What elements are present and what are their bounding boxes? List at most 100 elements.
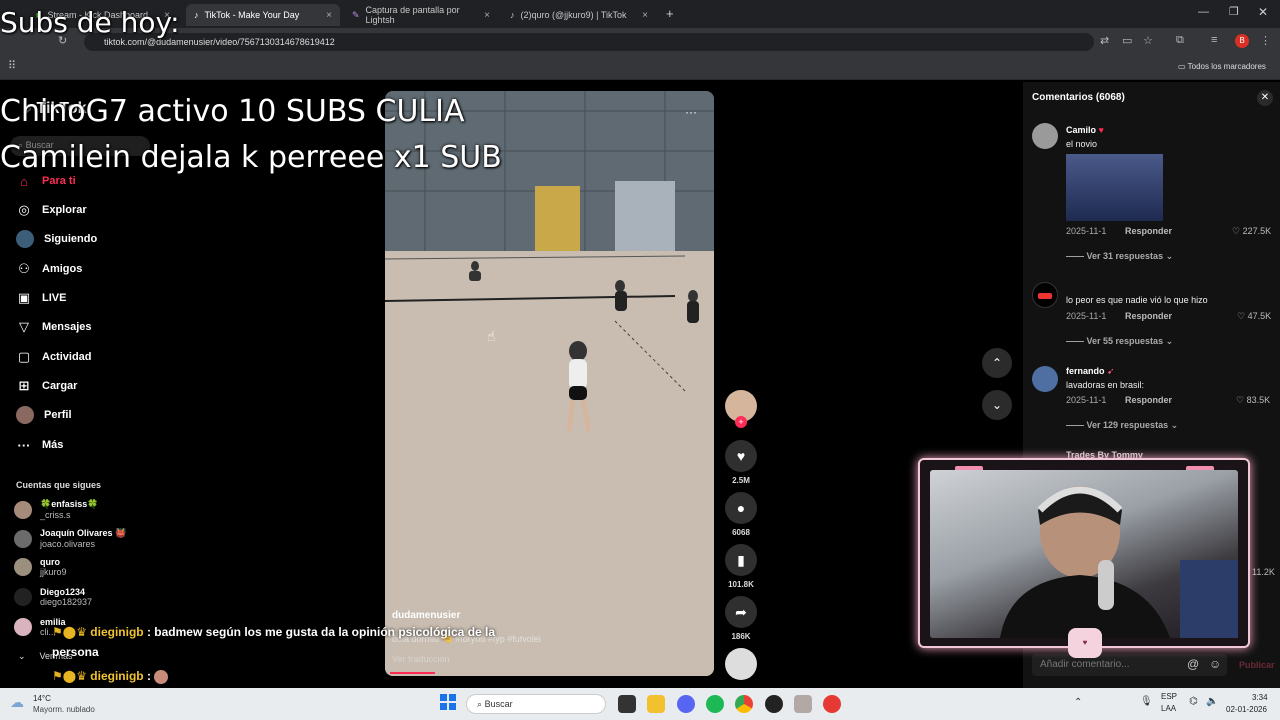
following-item[interactable]: 🍀enfasiss🍀 _criss.s bbox=[14, 499, 98, 520]
avatar[interactable] bbox=[1032, 282, 1058, 308]
nav-mas[interactable]: ··· Más bbox=[16, 434, 64, 456]
volume-icon[interactable]: 🔈 bbox=[1206, 696, 1218, 707]
following-icon bbox=[16, 230, 34, 248]
video-player[interactable]: dudamenusier bola dormiu 🤏 #foryou #fyp … bbox=[385, 91, 714, 676]
save-button[interactable]: ▮ 101.8K bbox=[724, 544, 758, 589]
task-view-icon[interactable] bbox=[618, 695, 636, 713]
tab-lightshot[interactable]: ✎ Captura de pantalla por Lightsh × bbox=[344, 4, 498, 26]
restore-button[interactable]: ❐ bbox=[1229, 5, 1239, 18]
obs-icon[interactable] bbox=[765, 695, 783, 713]
comment-author[interactable]: Camilo ♥ bbox=[1066, 125, 1104, 135]
progress-bar[interactable] bbox=[390, 672, 435, 674]
view-replies-button[interactable]: —— Ver 129 respuestas ⌄ bbox=[1066, 420, 1178, 431]
menu-icon[interactable]: ⋮ bbox=[1260, 34, 1271, 47]
reply-button[interactable]: Responder bbox=[1125, 311, 1172, 321]
prev-video-button[interactable]: ⌃ bbox=[982, 348, 1012, 378]
more-options-icon[interactable]: ··· bbox=[685, 105, 697, 119]
spotify-icon[interactable] bbox=[706, 695, 724, 713]
nav-explorar[interactable]: ◎ Explorar bbox=[16, 199, 87, 221]
comment-author[interactable]: fernando ➹ bbox=[1066, 366, 1115, 377]
reply-button[interactable]: Responder bbox=[1125, 395, 1172, 405]
following-handle: _criss.s bbox=[40, 510, 71, 520]
extensions-icon[interactable]: ⧉ bbox=[1176, 34, 1184, 47]
minimize-button[interactable]: — bbox=[1198, 6, 1209, 18]
close-icon[interactable]: × bbox=[642, 10, 648, 21]
translate-link[interactable]: Ver traducción bbox=[392, 654, 450, 664]
reply-button[interactable]: Responder bbox=[1125, 226, 1172, 236]
music-disc[interactable] bbox=[724, 648, 758, 680]
emoji-icon[interactable]: ☺ bbox=[1209, 657, 1221, 671]
comment-like-button[interactable]: ♡ 83.5K bbox=[1236, 395, 1270, 406]
cast-icon[interactable]: ▭ bbox=[1122, 34, 1132, 47]
all-bookmarks[interactable]: ▭ Todos los marcadores bbox=[1178, 62, 1266, 71]
view-replies-button[interactable]: —— Ver 55 respuestas ⌄ bbox=[1066, 336, 1173, 347]
comment-like-button[interactable]: ♡ 47.5K bbox=[1237, 311, 1271, 322]
taskbar bbox=[0, 688, 1280, 720]
mention-icon[interactable]: @ bbox=[1187, 657, 1199, 671]
nav-live[interactable]: ▣ LIVE bbox=[16, 287, 67, 309]
nav-siguiendo[interactable]: Siguiendo bbox=[16, 228, 97, 250]
publish-button[interactable]: Publicar bbox=[1239, 660, 1275, 670]
url-field[interactable]: tiktok.com/@dudamenusier/video/756713031… bbox=[84, 33, 1094, 51]
new-tab-button[interactable]: + bbox=[666, 6, 674, 21]
reading-list-icon[interactable]: ≡ bbox=[1211, 34, 1217, 46]
close-icon[interactable]: × bbox=[484, 10, 490, 21]
weather-temp[interactable]: 14°C bbox=[33, 694, 51, 703]
tab-label: TikTok - Make Your Day bbox=[204, 10, 300, 20]
apps-icon[interactable]: ⠿ bbox=[8, 59, 16, 72]
nav-mensajes[interactable]: ▽ Mensajes bbox=[16, 316, 92, 338]
comment-like-button[interactable]: ♡ 227.5K bbox=[1232, 226, 1271, 237]
avatar[interactable] bbox=[1032, 366, 1058, 392]
file-explorer-icon[interactable] bbox=[647, 695, 665, 713]
network-icon[interactable]: ⌬ bbox=[1189, 696, 1198, 707]
nav-actividad[interactable]: ▢ Actividad bbox=[16, 346, 92, 368]
close-comments-button[interactable]: ✕ bbox=[1257, 90, 1273, 106]
microphone-icon[interactable]: 🎙 bbox=[1140, 696, 1153, 707]
translate-icon[interactable]: ⇄ bbox=[1100, 34, 1109, 47]
view-replies-button[interactable]: —— Ver 31 respuestas ⌄ bbox=[1066, 251, 1173, 262]
comment-author-name: fernando bbox=[1066, 366, 1105, 376]
nav-cargar[interactable]: ⊞ Cargar bbox=[16, 375, 78, 397]
profile-avatar[interactable]: B bbox=[1235, 34, 1249, 48]
close-window-button[interactable]: ✕ bbox=[1258, 5, 1268, 19]
following-handle: jjkuro9 bbox=[40, 567, 67, 577]
chevron-up-icon[interactable]: ⌃ bbox=[1074, 697, 1082, 708]
nav-amigos[interactable]: ⚇ Amigos bbox=[16, 258, 82, 280]
star-icon[interactable]: ☆ bbox=[1143, 34, 1153, 47]
comment-image[interactable] bbox=[1066, 154, 1163, 221]
tab-tiktok[interactable]: ♪ TikTok - Make Your Day × bbox=[186, 4, 340, 26]
profile-icon bbox=[16, 406, 34, 424]
language-code[interactable]: ESP bbox=[1161, 692, 1177, 701]
close-icon[interactable]: × bbox=[326, 10, 332, 21]
like-button[interactable]: ♥ 2.5M bbox=[724, 440, 758, 485]
taskbar-search-label: Buscar bbox=[484, 699, 513, 709]
chrome-icon[interactable] bbox=[735, 695, 753, 713]
app-icon[interactable] bbox=[794, 695, 812, 713]
creator-avatar[interactable]: + bbox=[724, 390, 758, 428]
discord-icon[interactable] bbox=[677, 695, 695, 713]
taskbar-search[interactable]: ⌕ Buscar bbox=[466, 694, 606, 714]
tab-quro[interactable]: ♪ (2)quro (@jjkuro9) | TikTok × bbox=[502, 4, 656, 26]
share-button[interactable]: ➦ 186K bbox=[724, 596, 758, 641]
following-item[interactable]: quro jjkuro9 bbox=[14, 557, 67, 577]
recorder-icon[interactable] bbox=[823, 695, 841, 713]
view-replies-label: Ver 31 respuestas bbox=[1086, 251, 1164, 261]
following-item[interactable]: Joaquín Olivares 👹 joaco.olivares bbox=[14, 528, 126, 549]
nav-label: Explorar bbox=[42, 204, 87, 216]
nav-label: Para ti bbox=[42, 175, 76, 187]
weather-desc[interactable]: Mayorm. nublado bbox=[33, 705, 95, 714]
mouse-cursor-icon: ☝ bbox=[487, 328, 496, 344]
windows-start-icon[interactable] bbox=[440, 694, 456, 710]
video-author[interactable]: dudamenusier bbox=[392, 610, 460, 621]
heart-outline-icon: ♡ bbox=[1237, 311, 1246, 321]
weather-icon[interactable]: ☁ bbox=[10, 694, 24, 711]
clock-time[interactable]: 3:34 bbox=[1252, 693, 1268, 702]
comment-button[interactable]: ● 6068 bbox=[724, 492, 758, 537]
nav-perfil[interactable]: Perfil bbox=[16, 404, 72, 426]
next-video-button[interactable]: ⌄ bbox=[982, 390, 1012, 420]
follow-plus-icon[interactable]: + bbox=[735, 416, 747, 428]
language-layout[interactable]: LAA bbox=[1161, 704, 1176, 713]
following-item[interactable]: Diego1234 diego182937 bbox=[14, 587, 92, 607]
avatar[interactable] bbox=[1032, 123, 1058, 149]
clock-date[interactable]: 02-01-2026 bbox=[1226, 705, 1267, 714]
